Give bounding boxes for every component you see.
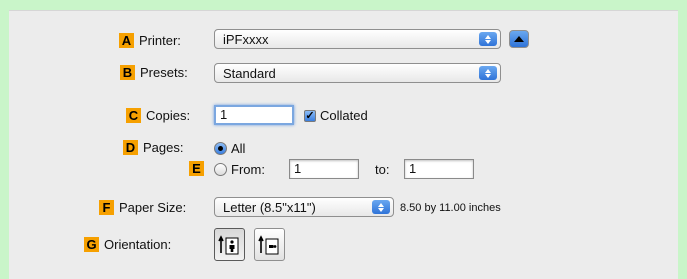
print-dialog-panel: A Printer: iPFxxxx B Presets: Standard C… xyxy=(9,10,678,279)
pages-from-radio[interactable] xyxy=(214,163,227,176)
copies-field[interactable]: 1 xyxy=(214,105,294,125)
collated-checkbox[interactable]: ✓ xyxy=(304,109,316,122)
chevron-updown-icon xyxy=(372,200,390,214)
orientation-landscape-button[interactable] xyxy=(254,228,285,261)
badge-e: E xyxy=(189,161,204,176)
pages-from-label: From: xyxy=(231,162,265,177)
presets-row: B Presets: xyxy=(120,65,188,80)
collated-label: Collated xyxy=(320,108,368,123)
pages-from-row: E xyxy=(189,161,209,176)
badge-g: G xyxy=(84,237,99,252)
presets-label: Presets: xyxy=(140,65,188,80)
landscape-orientation-icon xyxy=(257,234,278,254)
paper-size-row: F Paper Size: xyxy=(99,200,186,215)
paper-size-value: Letter (8.5"x11") xyxy=(223,199,316,215)
presets-value: Standard xyxy=(223,65,276,81)
printer-row: A Printer: xyxy=(119,33,181,48)
copies-label: Copies: xyxy=(146,108,191,123)
orientation-row: G Orientation: xyxy=(84,237,171,252)
badge-d: D xyxy=(123,140,138,155)
chevron-updown-icon xyxy=(479,32,497,46)
orientation-portrait-button[interactable] xyxy=(214,228,245,261)
paper-size-popup[interactable]: Letter (8.5"x11") xyxy=(214,197,394,217)
pages-all-option[interactable]: All xyxy=(214,141,245,156)
paper-size-label: Paper Size: xyxy=(119,200,187,215)
pages-to-label: to: xyxy=(375,162,390,177)
orientation-label: Orientation: xyxy=(104,237,172,252)
pages-row: D Pages: xyxy=(123,140,183,155)
collated-option[interactable]: ✓ Collated xyxy=(304,108,368,123)
printer-value: iPFxxxx xyxy=(223,31,269,47)
printer-popup[interactable]: iPFxxxx xyxy=(214,29,501,49)
pages-label: Pages: xyxy=(143,140,184,155)
badge-a: A xyxy=(119,33,134,48)
chevron-updown-icon xyxy=(479,66,497,80)
portrait-orientation-icon xyxy=(217,234,238,254)
presets-popup[interactable]: Standard xyxy=(214,63,501,83)
pages-from-option[interactable]: From: xyxy=(214,162,265,177)
printer-label: Printer: xyxy=(139,33,181,48)
badge-f: F xyxy=(99,200,114,215)
paper-size-dimensions: 8.50 by 11.00 inches xyxy=(400,202,501,214)
pages-all-radio[interactable] xyxy=(214,142,227,155)
pages-to-field[interactable]: 1 xyxy=(404,159,474,179)
badge-c: C xyxy=(126,108,141,123)
pages-all-label: All xyxy=(231,141,246,156)
copies-row: C Copies: xyxy=(126,108,190,123)
disclosure-button[interactable] xyxy=(509,30,529,48)
pages-from-field[interactable]: 1 xyxy=(289,159,359,179)
badge-b: B xyxy=(120,65,135,80)
disclosure-triangle-icon xyxy=(514,36,524,42)
